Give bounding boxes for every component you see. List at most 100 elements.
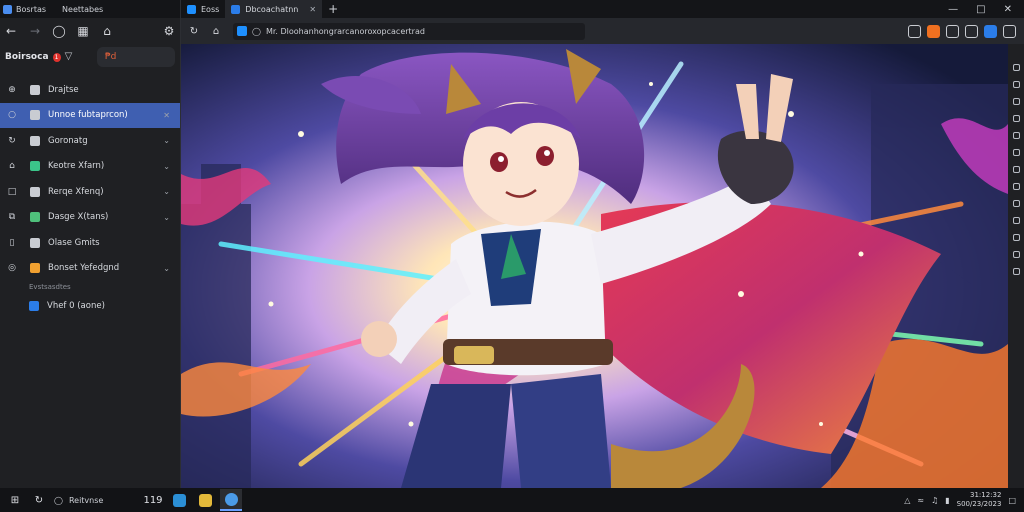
rail-icon[interactable] [1012,166,1020,173]
refresh-icon[interactable]: ◯ [52,24,66,38]
chevron-down-icon[interactable]: ⌄ [163,136,170,145]
sidebar-tab-bosrtas[interactable]: Bosrtas [3,4,47,14]
close-tab-icon[interactable]: ✕ [309,5,316,14]
sidebar-item-label: Bonset Yefedgnd [48,263,120,274]
sidebar-item[interactable]: ↻ Goronatg ⌄ [0,128,180,154]
sidebar-search-input[interactable]: ₱d [96,47,175,67]
sidebar-item-label: Rerqe Xfenq) [48,186,104,197]
tab-label: Dbcoachatnn [245,4,299,14]
cortana-icon[interactable]: ↻ [30,491,48,509]
favicon-icon [30,135,40,146]
start-windows-icon[interactable]: ⊞ [6,491,24,509]
sidebar-item[interactable]: ⌂ Keotre Xfarn) ⌄ [0,154,180,180]
rail-icon[interactable] [1012,200,1020,207]
volume-icon[interactable]: ♫ [931,496,938,505]
search-icon: ◯ [54,495,63,505]
sidebar-item[interactable]: □ Rerqe Xfenq) ⌄ [0,179,180,205]
site-tab-icon [187,4,196,14]
box-icon: □ [7,186,17,197]
wifi-icon[interactable]: ≈ [917,496,924,505]
rail-icon[interactable] [1012,217,1020,224]
sidebar-tab-neettabes[interactable]: Neettabes [62,5,103,14]
tab-eoss[interactable]: Eoss [181,0,225,18]
page-icon: ▯ [9,237,15,248]
blue-app-icon [172,493,186,507]
tab-label: Eoss [201,4,220,14]
grid-icon[interactable]: ▦ [76,24,90,38]
address-bar[interactable]: ◯ Mr. Dloohanhongrarcanoroxopcacertrad [233,22,585,40]
site-tab-icon [231,4,241,14]
copy-icon: ⧉ [8,212,16,223]
rail-icon[interactable] [1012,234,1020,241]
upload-icon[interactable]: △ [904,496,910,505]
sidebar-header: Boirsoca 1 ▽ ₱d [0,44,180,70]
battery-icon[interactable]: ▮ [945,496,949,505]
star-icon[interactable] [908,24,921,38]
rail-icon[interactable] [1012,183,1020,190]
home-icon: ⌂ [9,161,15,172]
tab-dbcoachatnn[interactable]: Dbcoachatnn ✕ [225,0,323,18]
orange-ext-icon[interactable] [927,24,940,38]
reload-icon[interactable]: ↻ [187,24,201,38]
notification-icon[interactable]: □ [1008,496,1016,505]
taskbar-pinned-text[interactable]: 119 [143,491,162,509]
browser-toolbar: ↻ ⌂ ◯ Mr. Dloohanhongrarcanoroxopcacertr… [181,18,1024,44]
new-tab-plus-icon[interactable]: + [322,2,344,16]
taskbar-app-blue[interactable] [168,489,190,511]
rail-icon[interactable] [1012,64,1020,71]
maximize-icon[interactable]: □ [976,4,985,15]
clock[interactable]: 31:12:32 S00/23/2023 [957,491,1002,509]
favicon-icon [30,110,40,121]
sidebar-title: Boirsoca [5,52,49,62]
people-icon[interactable] [965,24,978,38]
minimize-icon[interactable]: — [948,4,958,15]
taskbar-search[interactable]: ◯ Reitvnse [54,496,134,505]
search-value: ₱d [104,52,117,62]
rail-icon[interactable] [1012,251,1020,258]
shield-icon[interactable] [946,24,959,38]
back-arrow-icon[interactable]: ← [4,24,18,38]
chevron-down-icon[interactable]: ⌄ [163,264,170,273]
forward-arrow-icon[interactable]: → [28,24,42,38]
lock-icon[interactable]: ◯ [252,27,261,36]
rail-icon[interactable] [1012,115,1020,122]
sidebar-item[interactable]: ▯ Olase Gmits [0,230,180,256]
sidebar-list: ⊕ Drajtse ○ Unnoe fubtaprcon) ✕ ↻ Goronatg ⌄ ⌂ Ke… [0,77,180,319]
sidebar-tab-label: Bosrtas [16,4,47,14]
chevron-down-icon[interactable]: ⌄ [163,213,170,222]
taskbar-app-browser[interactable] [220,489,242,511]
circle-icon: ○ [8,110,16,121]
settings-icon[interactable]: ⚙ [162,24,176,38]
sidebar-item[interactable]: ⧉ Dasge X(tans) ⌄ [0,205,180,231]
close-icon[interactable]: ✕ [163,111,170,120]
sidebar-item[interactable]: ⊕ Drajtse [0,77,180,103]
rail-icon[interactable] [1012,98,1020,105]
taskbar-search-label: Reitvnse [68,495,104,505]
os-taskbar: ⊞ ↻ ◯ Reitvnse 119 △ ≈ ♫ ▮ 31:12:32 S00/… [0,488,1024,512]
rail-icon[interactable] [1012,268,1020,275]
rail-icon[interactable] [1012,81,1020,88]
chevron-down-icon[interactable]: ⌄ [163,187,170,196]
sidebar: Bosrtas Neettabes ← → ◯ ▦ ⌂ ⚙ Boirsoca 1… [0,0,181,488]
favicon-icon [30,212,40,223]
filter-icon[interactable]: ▽ [65,51,79,63]
chat-icon[interactable] [1003,24,1016,38]
clock-time: 31:12:32 [969,491,1002,499]
home-icon[interactable]: ⌂ [209,24,223,38]
home-icon[interactable]: ⌂ [100,24,114,38]
rail-icon[interactable] [1012,149,1020,156]
chevron-down-icon[interactable]: ⌄ [163,162,170,171]
right-eye [536,146,554,166]
rail-icon[interactable] [1012,132,1020,139]
globe-icon: ◎ [8,263,16,274]
favicon-icon [30,237,40,248]
taskbar-app-yellow[interactable] [194,489,216,511]
site-favicon-icon [237,26,247,36]
sidebar-item[interactable]: ○ Unnoe fubtaprcon) ✕ [0,102,180,128]
close-window-icon[interactable]: ✕ [1004,4,1012,15]
sidebar-item[interactable]: ◎ Bonset Yefedgnd ⌄ [0,256,180,282]
browser-tab-bar: Eoss Dbcoachatnn ✕ + — □ ✕ [181,0,1024,18]
sidebar-group-item[interactable]: Vhef 0 (aone) [0,293,180,319]
blue-ext-icon[interactable] [984,24,997,38]
window-controls: — □ ✕ [948,4,1024,15]
